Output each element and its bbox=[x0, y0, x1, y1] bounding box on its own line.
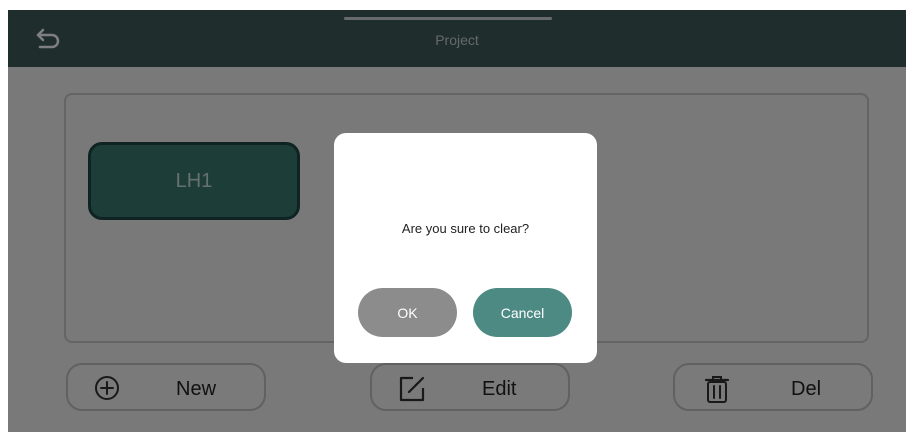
confirm-dialog: Are you sure to clear? OK Cancel bbox=[334, 133, 597, 363]
cancel-button[interactable]: Cancel bbox=[473, 288, 572, 337]
dialog-message: Are you sure to clear? bbox=[401, 221, 530, 236]
app-window: Project LH1 New Edit bbox=[8, 10, 906, 432]
ok-button[interactable]: OK bbox=[358, 288, 457, 337]
